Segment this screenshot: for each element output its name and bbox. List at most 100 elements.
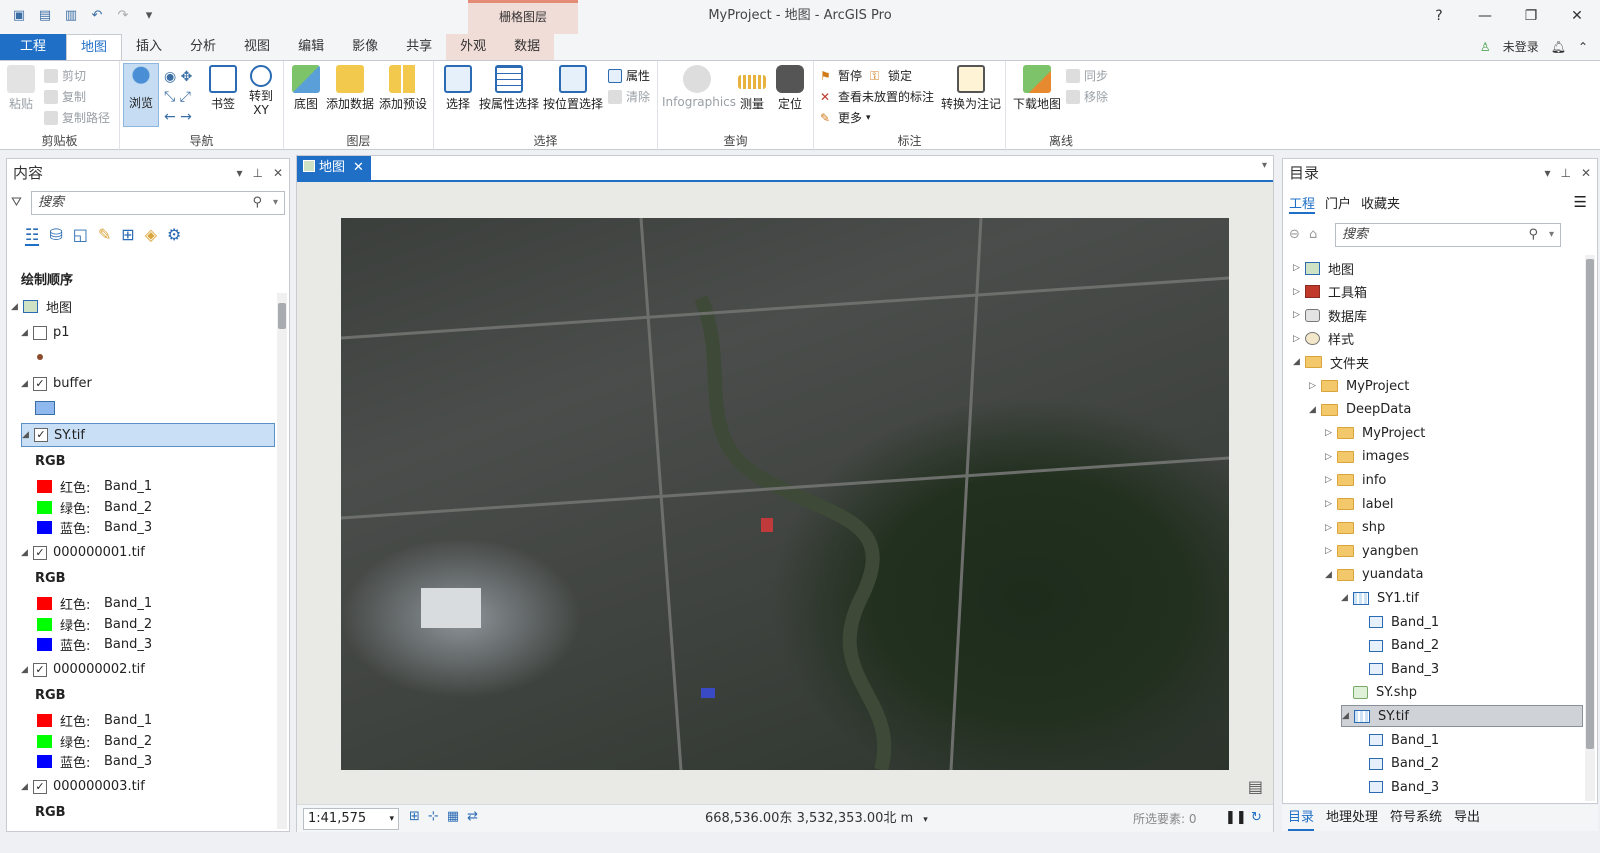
expand-icon[interactable]: ▷ bbox=[1325, 523, 1337, 533]
close-icon[interactable]: ✕ bbox=[273, 159, 283, 187]
close-tab-icon[interactable]: ✕ bbox=[353, 160, 364, 175]
pause-button[interactable]: ⚑ 暂停 bbox=[820, 67, 862, 84]
catalog-item[interactable]: ◢ 文件夹 bbox=[1293, 351, 1369, 373]
redo-icon[interactable]: ↷ bbox=[114, 8, 132, 24]
tab-bottom-symbology[interactable]: 符号系统 bbox=[1390, 805, 1442, 831]
cut-button[interactable]: 剪切 bbox=[44, 67, 86, 84]
select-by-location-button[interactable]: 按位置选择 bbox=[542, 65, 604, 112]
lock-button[interactable]: ⚿ 锁定 bbox=[870, 67, 912, 84]
snapping-icon[interactable]: ⊹ bbox=[428, 809, 439, 824]
catalog-item[interactable]: ◢ DeepData bbox=[1309, 399, 1411, 421]
catalog-item[interactable]: ▷ 数据库 bbox=[1293, 304, 1367, 326]
catalog-item[interactable]: ▷ 地图 bbox=[1293, 257, 1354, 279]
band-blue[interactable]: 蓝色: Band_3 bbox=[37, 518, 152, 537]
band-green[interactable]: 绿色: Band_2 bbox=[37, 732, 152, 751]
collapse-ribbon-icon[interactable]: ⌃ bbox=[1578, 40, 1588, 54]
expand-icon[interactable]: ▷ bbox=[1293, 310, 1305, 320]
expand-icon[interactable]: ▷ bbox=[1293, 287, 1305, 297]
previous-extent-icon[interactable]: ← → bbox=[164, 107, 192, 127]
collapse-icon[interactable]: ◢ bbox=[1309, 405, 1321, 415]
remove-button[interactable]: 移除 bbox=[1066, 88, 1108, 105]
convert-to-annotation-button[interactable]: 转换为注记 bbox=[940, 65, 1002, 112]
notification-icon[interactable]: 🔔︎ bbox=[1551, 40, 1566, 54]
layer-p1[interactable]: ◢ p1 bbox=[21, 325, 70, 340]
expand-icon[interactable]: ▷ bbox=[1293, 263, 1305, 273]
pane-menu-icon[interactable]: ▾ bbox=[236, 159, 242, 187]
tab-catalog-portal[interactable]: 门户 bbox=[1325, 193, 1351, 214]
save-icon[interactable]: ▥ bbox=[62, 8, 80, 24]
tab-appearance[interactable]: 外观 bbox=[446, 34, 501, 60]
expand-icon[interactable]: ▷ bbox=[1293, 334, 1305, 344]
editing-icon[interactable]: ✎ bbox=[98, 225, 111, 246]
visibility-checkbox[interactable]: ✓ bbox=[33, 376, 47, 391]
band-green[interactable]: 绿色: Band_2 bbox=[37, 615, 152, 634]
scale-dropdown[interactable]: 1:41,575 ▾ bbox=[303, 808, 399, 830]
undo-icon[interactable]: ↶ bbox=[88, 8, 106, 24]
data-source-icon[interactable]: ⛁ bbox=[49, 225, 62, 246]
catalog-item[interactable]: ▷ info bbox=[1325, 469, 1386, 491]
catalog-item[interactable]: SY.shp bbox=[1341, 682, 1417, 704]
catalog-item[interactable]: ◢ yuandata bbox=[1325, 564, 1423, 586]
map-node[interactable]: ◢ 地图 bbox=[11, 297, 72, 316]
pane-menu-icon[interactable]: ▾ bbox=[1544, 159, 1550, 187]
pin-icon[interactable]: ⊥ bbox=[1560, 159, 1570, 187]
expand-icon[interactable]: ▷ bbox=[1325, 452, 1337, 462]
expand-icon[interactable]: ▷ bbox=[1325, 475, 1337, 485]
layer-buffer[interactable]: ◢ ✓ buffer bbox=[21, 376, 92, 391]
tab-analysis[interactable]: 分析 bbox=[176, 34, 230, 60]
layer-000000001-tif[interactable]: ◢ ✓ 000000001.tif bbox=[21, 545, 145, 560]
catalog-item[interactable]: Band_1 bbox=[1357, 611, 1439, 633]
new-project-icon[interactable]: ▣ bbox=[10, 8, 28, 24]
help-button[interactable]: ? bbox=[1416, 0, 1462, 32]
tab-edit[interactable]: 编辑 bbox=[284, 34, 338, 60]
infographics-button[interactable]: Infographics bbox=[662, 65, 736, 109]
measure-button[interactable]: 测量 bbox=[734, 65, 770, 112]
constraints-icon[interactable]: ⊞ bbox=[409, 809, 420, 824]
basemap-button[interactable]: 底图 bbox=[288, 65, 324, 112]
paste-button[interactable]: 粘贴 bbox=[6, 65, 36, 112]
select-button[interactable]: 选择 bbox=[440, 65, 476, 112]
bookmarks-button[interactable]: 书签 bbox=[206, 65, 240, 112]
band-blue[interactable]: 蓝色: Band_3 bbox=[37, 752, 152, 771]
catalog-item[interactable]: Band_1 bbox=[1357, 729, 1439, 751]
select-by-attributes-button[interactable]: 按属性选择 bbox=[478, 65, 540, 112]
tab-share[interactable]: 共享 bbox=[392, 34, 446, 60]
restore-button[interactable]: ❐ bbox=[1508, 0, 1554, 32]
sync-button[interactable]: 同步 bbox=[1066, 67, 1108, 84]
catalog-item[interactable]: Band_2 bbox=[1357, 753, 1439, 775]
contents-search-input[interactable]: 搜索 ⚲ ▾ bbox=[31, 191, 285, 215]
refresh-icon[interactable]: ↻ bbox=[1251, 810, 1262, 825]
band-blue[interactable]: 蓝色: Band_3 bbox=[37, 635, 152, 654]
correction-icon[interactable]: ⇄ bbox=[467, 809, 478, 824]
grid-icon[interactable]: ▦ bbox=[447, 809, 459, 824]
tab-catalog-project[interactable]: 工程 bbox=[1289, 193, 1316, 214]
chevron-down-icon[interactable]: ▾ bbox=[923, 815, 928, 825]
minimize-button[interactable]: — bbox=[1462, 0, 1508, 32]
tab-bottom-geoprocessing[interactable]: 地理处理 bbox=[1326, 805, 1378, 831]
tab-imagery[interactable]: 影像 bbox=[338, 34, 392, 60]
add-preset-button[interactable]: 添加预设 bbox=[377, 65, 429, 112]
pin-icon[interactable]: ⊥ bbox=[252, 159, 262, 187]
full-extent-icon[interactable]: ◉ ✥ bbox=[164, 67, 192, 87]
visibility-checkbox[interactable]: ✓ bbox=[33, 545, 47, 560]
expand-icon[interactable]: ▷ bbox=[1325, 428, 1337, 438]
visibility-checkbox[interactable]: ✓ bbox=[33, 779, 47, 794]
catalog-item[interactable]: ▷ MyProject bbox=[1325, 422, 1425, 444]
catalog-search-input[interactable]: 搜索 ⚲ ▾ bbox=[1335, 223, 1561, 247]
more-button[interactable]: ✎ 更多 ▾ bbox=[820, 109, 871, 126]
tab-view[interactable]: 视图 bbox=[230, 34, 284, 60]
download-map-button[interactable]: 下载地图 bbox=[1012, 65, 1062, 112]
layer-000000002-tif[interactable]: ◢ ✓ 000000002.tif bbox=[21, 662, 145, 677]
band-green[interactable]: 绿色: Band_2 bbox=[37, 498, 152, 517]
selection-icon[interactable]: ◱ bbox=[73, 225, 88, 246]
draw-order-icon[interactable]: ☷ bbox=[25, 225, 40, 246]
catalog-item[interactable]: ▷ MyProject bbox=[1309, 375, 1409, 397]
visibility-checkbox[interactable]: ✓ bbox=[33, 662, 47, 677]
collapse-icon[interactable]: ◢ bbox=[1342, 711, 1354, 721]
collapse-icon[interactable]: ◢ bbox=[1293, 357, 1305, 367]
tab-data[interactable]: 数据 bbox=[500, 34, 555, 60]
filter-icon[interactable]: ⛛ bbox=[11, 195, 22, 210]
catalog-item[interactable]: ◢ SY.tif bbox=[1341, 705, 1583, 728]
layer-000000003-tif[interactable]: ◢ ✓ 000000003.tif bbox=[21, 779, 145, 794]
expand-icon[interactable]: ▷ bbox=[1325, 546, 1337, 556]
